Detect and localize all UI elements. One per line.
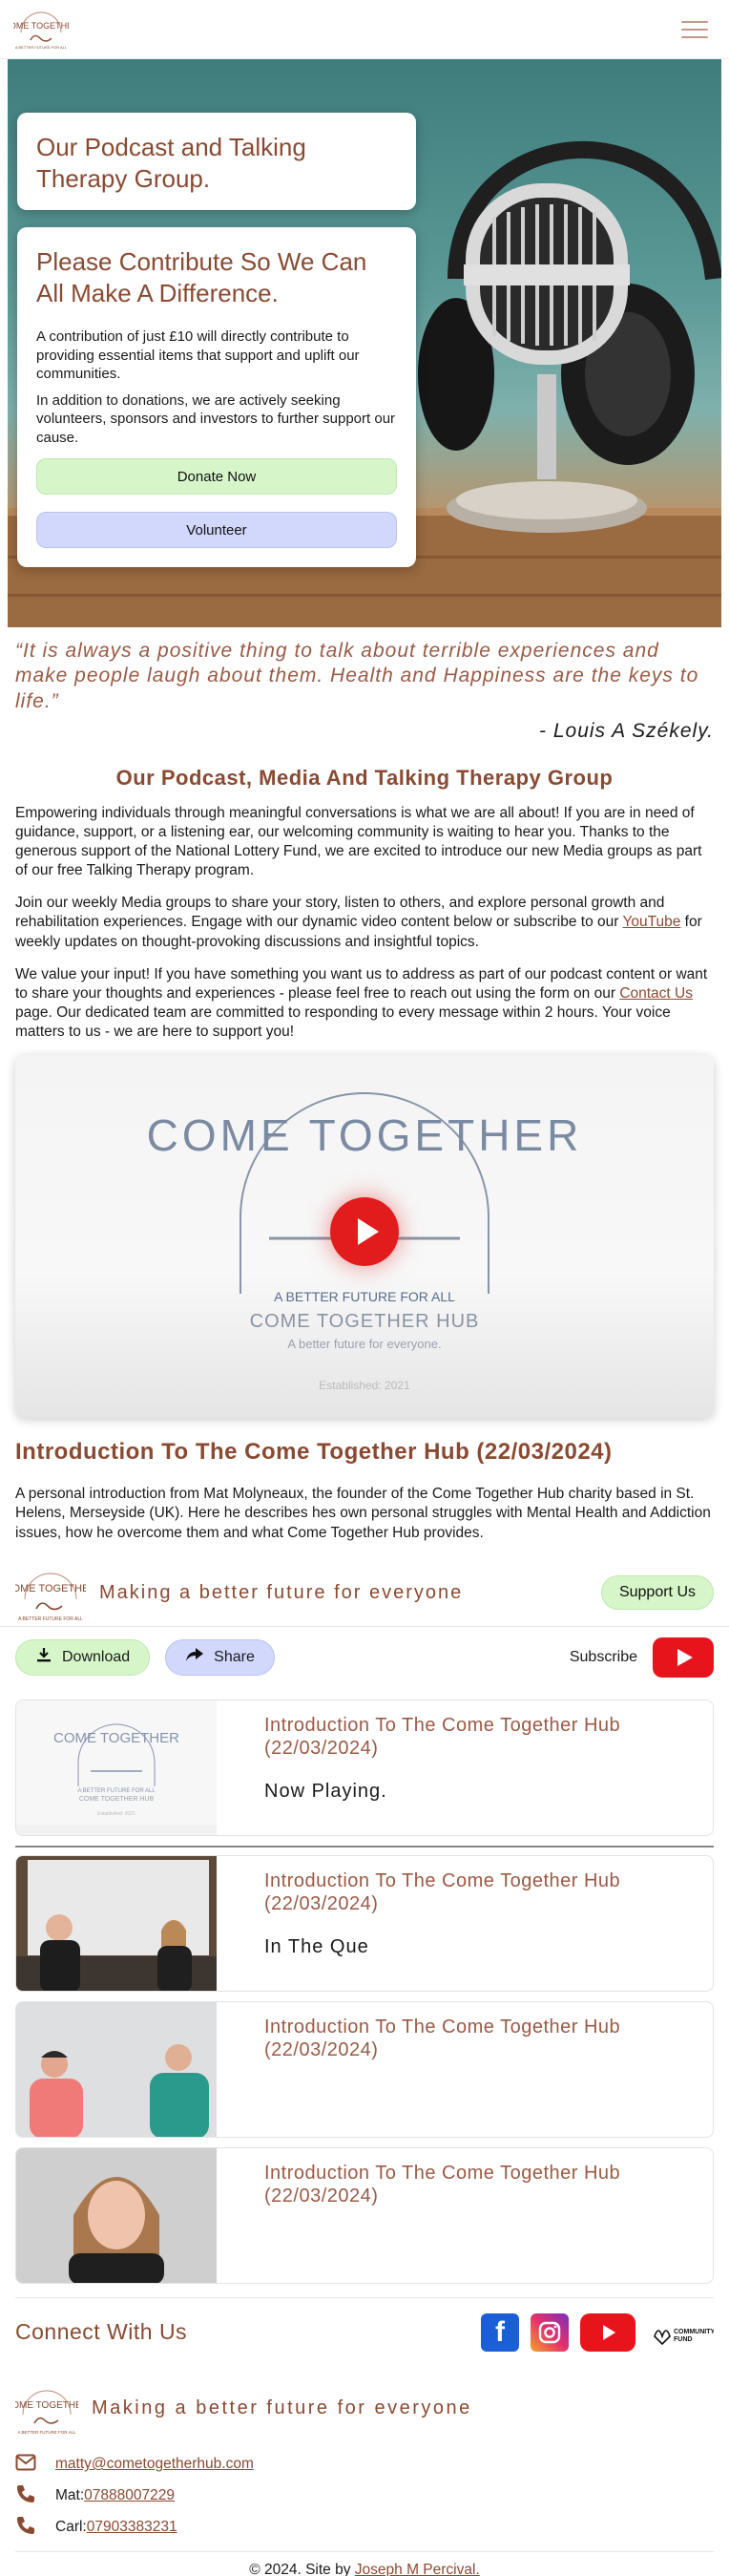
support-us-button[interactable]: Support Us bbox=[600, 1575, 714, 1611]
channel-tagline: Making a better future for everyone bbox=[99, 1581, 464, 1603]
playlist-item[interactable]: Introduction To The Come Together Hub (2… bbox=[15, 1854, 714, 1992]
svg-text:FUND: FUND bbox=[674, 2336, 692, 2343]
contribute-card: Please Contribute So We Can All Make A D… bbox=[17, 227, 416, 567]
mail-icon bbox=[15, 2454, 36, 2476]
contact-list: matty@cometogetherhub.com Mat: 078880072… bbox=[0, 2438, 729, 2544]
footer-tagline: Making a better future for everyone bbox=[92, 2397, 472, 2419]
svg-text:COME TOGETHER: COME TOGETHER bbox=[53, 1730, 179, 1746]
carl-phone-row: Carl: 07903383231 bbox=[15, 2512, 714, 2544]
youtube-icon[interactable] bbox=[580, 2312, 635, 2352]
subscribe-label: Subscribe bbox=[569, 1648, 637, 1665]
footer-brand: COME TOGETHER A BETTER FUTURE FOR ALL Ma… bbox=[0, 2380, 729, 2438]
intro-paragraph-1: Empowering individuals through meaningfu… bbox=[15, 804, 702, 879]
playlist-item-title: Introduction To The Come Together Hub (2… bbox=[264, 1869, 621, 1914]
instagram-icon[interactable] bbox=[531, 2312, 569, 2352]
intro-title: Our Podcast, Media And Talking Therapy G… bbox=[115, 765, 614, 790]
site-by-link[interactable]: Joseph M Percival. bbox=[355, 2562, 480, 2576]
svg-text:Established: 2021: Established: 2021 bbox=[319, 1379, 410, 1392]
email-link[interactable]: matty@cometogetherhub.com bbox=[55, 2456, 254, 2473]
playlist: COME TOGETHER A BETTER FUTURE FOR ALL CO… bbox=[15, 1699, 714, 2284]
facebook-icon[interactable]: f bbox=[481, 2312, 519, 2352]
svg-text:COME TOGETHER: COME TOGETHER bbox=[13, 21, 69, 31]
intro-text: Empowering individuals through meaningfu… bbox=[0, 804, 729, 1043]
quote-author: - Louis A Székely. bbox=[539, 719, 714, 742]
intro-paragraph-3: We value your input! If you have somethi… bbox=[15, 965, 708, 1041]
video-title: Introduction To The Come Together Hub (2… bbox=[15, 1439, 613, 1466]
volunteer-button[interactable]: Volunteer bbox=[36, 512, 397, 548]
quote-text: “It is always a positive thing to talk a… bbox=[15, 640, 699, 712]
mat-phone-link[interactable]: 07888007229 bbox=[84, 2487, 175, 2504]
playlist-item-title: Introduction To The Come Together Hub (2… bbox=[264, 2016, 621, 2060]
share-icon bbox=[185, 1646, 204, 1668]
connect-section: Connect With Us f COMMUNITY FUND bbox=[15, 2296, 714, 2352]
playlist-thumbnail bbox=[16, 2147, 217, 2283]
phone-icon bbox=[15, 2483, 36, 2509]
download-icon bbox=[35, 1646, 52, 1668]
site-logo[interactable]: COME TOGETHER A BETTER FUTURE FOR ALL bbox=[13, 8, 69, 52]
channel-row: COME TOGETHER A BETTER FUTURE FOR ALL Ma… bbox=[0, 1560, 729, 1627]
svg-text:A BETTER FUTURE FOR ALL: A BETTER FUTURE FOR ALL bbox=[18, 1616, 83, 1622]
youtube-link[interactable]: YouTube bbox=[622, 914, 680, 930]
playlist-thumbnail: COME TOGETHER A BETTER FUTURE FOR ALL CO… bbox=[16, 1700, 217, 1835]
contribute-title: Please Contribute So We Can All Make A D… bbox=[36, 247, 367, 307]
footer-logo[interactable]: COME TOGETHER A BETTER FUTURE FOR ALL bbox=[15, 2380, 78, 2438]
playlist-item-title: Introduction To The Come Together Hub (2… bbox=[264, 2162, 621, 2206]
svg-text:COMMUNITY: COMMUNITY bbox=[674, 2329, 714, 2335]
community-fund-logo[interactable]: COMMUNITY FUND bbox=[647, 2313, 714, 2352]
download-button[interactable]: Download bbox=[15, 1638, 151, 1676]
svg-text:COME TOGETHER: COME TOGETHER bbox=[147, 1110, 583, 1160]
svg-text:COME TOGETHER: COME TOGETHER bbox=[15, 2400, 78, 2411]
contact-us-link[interactable]: Contact Us bbox=[619, 985, 693, 1002]
playlist-divider bbox=[15, 1845, 714, 1848]
phone-icon bbox=[15, 2515, 36, 2541]
hamburger-icon[interactable] bbox=[681, 20, 708, 38]
hero-title: Our Podcast and Talking Therapy Group. bbox=[36, 133, 306, 193]
svg-text:A better future for everyone.: A better future for everyone. bbox=[287, 1337, 441, 1351]
contribute-text: A contribution of just £10 will directly… bbox=[36, 328, 360, 382]
hero-title-card: Our Podcast and Talking Therapy Group. bbox=[17, 113, 416, 210]
video-player[interactable]: COME TOGETHER A BETTER FUTURE FOR ALL CO… bbox=[15, 1055, 714, 1419]
svg-text:COME TOGETHER HUB: COME TOGETHER HUB bbox=[79, 1796, 155, 1803]
svg-text:A BETTER FUTURE FOR ALL: A BETTER FUTURE FOR ALL bbox=[77, 1788, 156, 1794]
svg-text:Established: 2021: Established: 2021 bbox=[97, 1811, 135, 1817]
svg-text:COME TOGETHER: COME TOGETHER bbox=[15, 1583, 86, 1594]
mat-phone-row: Mat: 07888007229 bbox=[15, 2481, 714, 2512]
playlist-item[interactable]: Introduction To The Come Together Hub (2… bbox=[15, 2000, 714, 2138]
play-button[interactable] bbox=[330, 1197, 399, 1267]
hero-banner: Our Podcast and Talking Therapy Group. P… bbox=[8, 59, 721, 627]
channel-logo[interactable]: COME TOGETHER A BETTER FUTURE FOR ALL bbox=[15, 1559, 86, 1626]
site-header: COME TOGETHER A BETTER FUTURE FOR ALL bbox=[0, 0, 729, 59]
carl-phone-link[interactable]: 07903383231 bbox=[87, 2519, 177, 2536]
copyright: © 2024. Site by Joseph M Percival. bbox=[15, 2550, 714, 2576]
playlist-item-title: Introduction To The Come Together Hub (2… bbox=[264, 1714, 621, 1759]
donate-button[interactable]: Donate Now bbox=[36, 458, 397, 495]
youtube-subscribe-icon[interactable] bbox=[653, 1636, 714, 1678]
svg-text:COME TOGETHER HUB: COME TOGETHER HUB bbox=[250, 1311, 480, 1332]
playlist-thumbnail bbox=[16, 2001, 217, 2137]
volunteer-text: In addition to donations, we are activel… bbox=[36, 391, 396, 446]
email-row: matty@cometogetherhub.com bbox=[15, 2449, 714, 2481]
page: COME TOGETHER A BETTER FUTURE FOR ALL bbox=[0, 0, 729, 2576]
connect-title: Connect With Us bbox=[15, 2319, 188, 2345]
svg-text:A BETTER FUTURE FOR ALL: A BETTER FUTURE FOR ALL bbox=[274, 1289, 455, 1304]
share-button[interactable]: Share bbox=[165, 1638, 275, 1676]
svg-text:A BETTER FUTURE FOR ALL: A BETTER FUTURE FOR ALL bbox=[17, 2430, 76, 2435]
playlist-item-status: Now Playing. bbox=[264, 1780, 387, 1802]
playlist-item[interactable]: COME TOGETHER A BETTER FUTURE FOR ALL CO… bbox=[15, 1699, 714, 1836]
playlist-item[interactable]: Introduction To The Come Together Hub (2… bbox=[15, 2146, 714, 2284]
intro-paragraph-2: Join our weekly Media groups to share yo… bbox=[15, 895, 702, 950]
video-description: A personal introduction from Mat Molynea… bbox=[15, 1486, 711, 1541]
playlist-item-status: In The Que bbox=[264, 1935, 369, 1957]
svg-text:A BETTER FUTURE FOR ALL: A BETTER FUTURE FOR ALL bbox=[15, 45, 68, 50]
video-actions: Download Share Subscribe bbox=[0, 1627, 729, 1688]
quote-block: “It is always a positive thing to talk a… bbox=[0, 627, 729, 743]
playlist-thumbnail bbox=[16, 1855, 217, 1991]
